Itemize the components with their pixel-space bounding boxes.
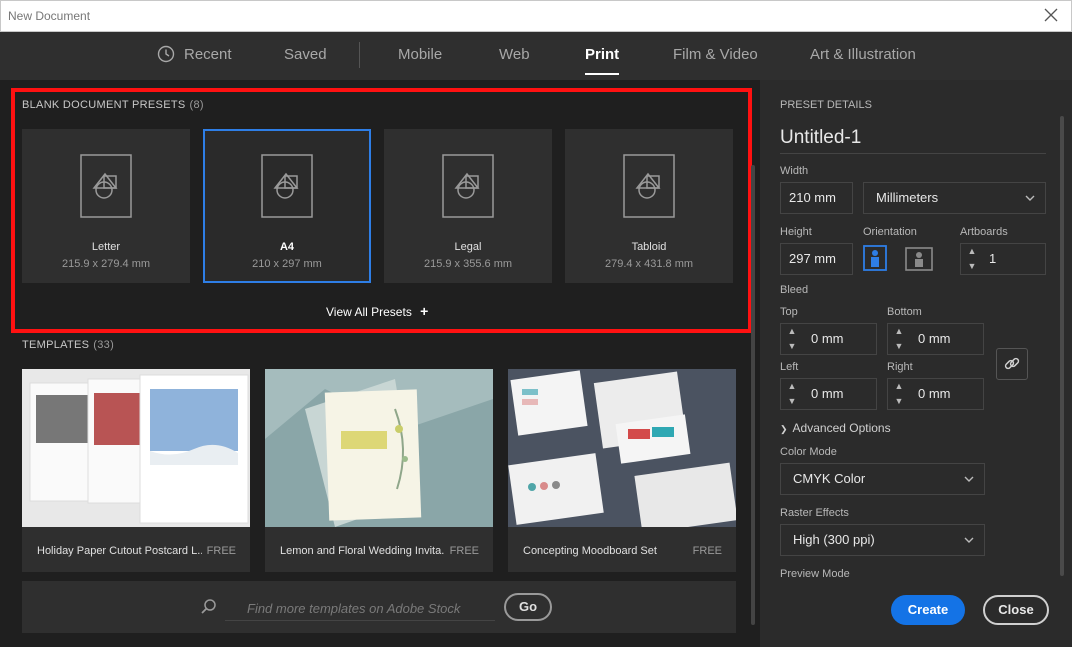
tab-art-illustration[interactable]: Art & Illustration (810, 46, 916, 63)
stepper-down-icon[interactable]: ▼ (963, 259, 981, 274)
template-name: Lemon and Floral Wedding Invita... (280, 545, 445, 557)
raster-effects-dropdown[interactable]: High (300 ppi) (780, 524, 985, 556)
bleed-right-stepper[interactable]: ▲ ▼ (890, 379, 908, 409)
chevron-down-icon: ❯ (780, 424, 788, 434)
artboards-label: Artboards (960, 226, 1008, 238)
stepper-up-icon[interactable]: ▲ (783, 379, 801, 394)
create-button[interactable]: Create (891, 595, 965, 625)
close-icon[interactable] (1043, 7, 1059, 23)
stepper-up-icon[interactable]: ▲ (963, 244, 981, 259)
details-scrollbar[interactable] (1060, 116, 1064, 576)
width-label: Width (780, 165, 809, 177)
bleed-bottom-label: Bottom (887, 306, 922, 318)
tab-web[interactable]: Web (499, 46, 530, 63)
stepper-down-icon[interactable]: ▼ (783, 339, 801, 354)
templates-count: (33) (93, 339, 115, 351)
window-title: New Document (8, 9, 91, 23)
bleed-bottom-stepper[interactable]: ▲ ▼ (890, 324, 908, 354)
go-button[interactable]: Go (504, 593, 552, 621)
link-icon (1004, 357, 1020, 370)
color-mode-label: Color Mode (780, 446, 837, 458)
chevron-down-icon (964, 537, 974, 543)
height-label: Height (780, 226, 812, 238)
template-card-holiday[interactable]: Holiday Paper Cutout Postcard L... FREE (22, 369, 250, 572)
bleed-top-stepper[interactable]: ▲ ▼ (783, 324, 801, 354)
tab-divider (359, 42, 360, 68)
stepper-down-icon[interactable]: ▼ (783, 394, 801, 409)
stock-search-bar: Go (22, 581, 736, 633)
templates-section-title: TEMPLATES (33) (22, 339, 114, 351)
template-thumbnail (22, 369, 250, 527)
template-name: Holiday Paper Cutout Postcard L... (37, 545, 202, 557)
bleed-left-stepper[interactable]: ▲ ▼ (783, 379, 801, 409)
template-card-wedding[interactable]: Lemon and Floral Wedding Invita... FREE (265, 369, 493, 572)
bleed-left-label: Left (780, 361, 799, 373)
chevron-down-icon (964, 476, 974, 482)
orientation-label: Orientation (863, 226, 917, 238)
color-mode-dropdown[interactable]: CMYK Color (780, 463, 985, 495)
chevron-down-icon (1025, 195, 1035, 201)
width-input[interactable]: 210 mm (780, 182, 853, 214)
templates-title-text: TEMPLATES (22, 339, 90, 351)
free-badge: FREE (692, 545, 722, 557)
preset-details-header: PRESET DETAILS (780, 99, 872, 111)
landscape-orientation-icon[interactable] (905, 246, 933, 272)
preview-mode-label: Preview Mode (780, 568, 850, 580)
raster-effects-value: High (300 ppi) (793, 532, 875, 547)
document-name-field[interactable]: Untitled-1 (780, 127, 1046, 154)
template-name: Concepting Moodboard Set (523, 545, 657, 557)
stepper-up-icon[interactable]: ▲ (783, 324, 801, 339)
free-badge: FREE (206, 545, 236, 557)
stepper-up-icon[interactable]: ▲ (890, 379, 908, 394)
stepper-down-icon[interactable]: ▼ (890, 339, 908, 354)
search-icon (201, 599, 216, 614)
bleed-label: Bleed (780, 284, 809, 296)
bleed-right-label: Right (887, 361, 913, 373)
presets-scrollbar[interactable] (751, 165, 755, 625)
tab-mobile[interactable]: Mobile (398, 46, 442, 63)
artboards-stepper[interactable]: ▲ ▼ (963, 244, 981, 274)
portrait-orientation-icon[interactable] (863, 245, 887, 271)
tab-saved[interactable]: Saved (284, 46, 327, 63)
template-thumbnail (265, 369, 493, 527)
advanced-options-toggle[interactable]: ❯ Advanced Options (780, 421, 891, 435)
template-card-moodboard[interactable]: Concepting Moodboard Set FREE (508, 369, 736, 572)
color-mode-value: CMYK Color (793, 471, 866, 486)
tab-recent[interactable]: Recent (184, 46, 232, 63)
advanced-options-label: Advanced Options (792, 421, 891, 435)
units-dropdown[interactable]: Millimeters (863, 182, 1046, 214)
stepper-up-icon[interactable]: ▲ (890, 324, 908, 339)
stepper-down-icon[interactable]: ▼ (890, 394, 908, 409)
height-input[interactable]: 297 mm (780, 243, 853, 275)
template-thumbnail (508, 369, 736, 527)
close-button[interactable]: Close (983, 595, 1049, 625)
raster-effects-label: Raster Effects (780, 507, 849, 519)
presets-highlight-box (11, 88, 752, 333)
tab-film-video[interactable]: Film & Video (673, 46, 758, 63)
stock-search-input[interactable] (225, 596, 495, 621)
bleed-top-label: Top (780, 306, 798, 318)
title-bar: New Document (0, 0, 1072, 32)
link-bleed-button[interactable] (996, 348, 1028, 380)
clock-icon (157, 45, 175, 63)
tab-print[interactable]: Print (585, 46, 620, 75)
units-value: Millimeters (876, 190, 939, 205)
free-badge: FREE (449, 545, 479, 557)
